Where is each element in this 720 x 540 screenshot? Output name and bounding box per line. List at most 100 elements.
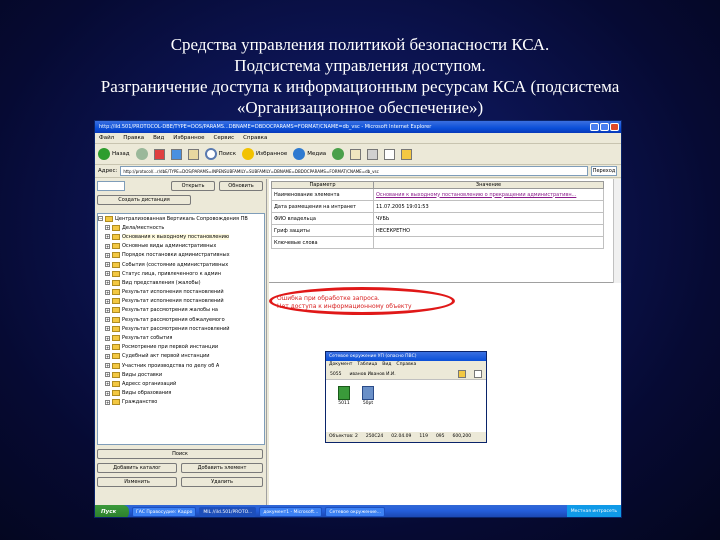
- start-button[interactable]: Пуск: [95, 505, 129, 517]
- expand-icon[interactable]: +: [105, 399, 110, 405]
- taskbar-item[interactable]: Сетевое окружение...: [325, 507, 385, 517]
- network-icon: [362, 386, 374, 400]
- mail-button[interactable]: [350, 148, 362, 160]
- menu-view[interactable]: Вид: [153, 133, 164, 143]
- menu-file[interactable]: Файл: [99, 133, 114, 143]
- add-element-button[interactable]: Добавить элемент: [181, 463, 263, 473]
- tree-item[interactable]: + Участник производства по делу об А: [98, 361, 264, 370]
- maximize-button[interactable]: [600, 123, 609, 131]
- explorer-menu-table[interactable]: Таблица: [357, 361, 377, 369]
- favorites-button[interactable]: Избранное: [242, 148, 287, 160]
- tree-item[interactable]: + Основные виды административных: [98, 242, 264, 251]
- change-button[interactable]: Изменить: [97, 477, 177, 487]
- search-button[interactable]: Поиск: [204, 148, 237, 160]
- print-button[interactable]: [367, 148, 379, 160]
- explorer-menu-document[interactable]: Документ: [329, 361, 352, 369]
- search-label: Поиск: [218, 151, 237, 157]
- expand-icon[interactable]: +: [105, 289, 110, 295]
- history-icon: [332, 148, 345, 160]
- menu-help[interactable]: Справка: [243, 133, 267, 143]
- value-cell-link[interactable]: Основания к выходному постановлению о пр…: [373, 188, 604, 201]
- tree-item[interactable]: + Вид представления (жалобы): [98, 278, 264, 287]
- tree-item[interactable]: + Дела/местность: [98, 223, 264, 232]
- add-catalog-button[interactable]: Добавить каталог: [97, 463, 177, 473]
- tree-item-label: Порядок постановки административных: [122, 252, 230, 259]
- collapse-icon[interactable]: −: [98, 216, 103, 222]
- expand-icon[interactable]: +: [105, 225, 110, 231]
- expand-icon[interactable]: +: [105, 353, 110, 359]
- taskbar-item[interactable]: ГАС Правосудие: Кадро: [132, 507, 197, 517]
- history-button[interactable]: [332, 148, 345, 160]
- expand-icon[interactable]: +: [105, 298, 110, 304]
- catalog-search-input[interactable]: [97, 181, 125, 191]
- expand-icon[interactable]: +: [105, 307, 110, 313]
- taskbar-item[interactable]: документ1 - Microsoft...: [259, 507, 323, 517]
- create-button[interactable]: Создать дистанция: [97, 195, 191, 205]
- tree-item[interactable]: + Порядок постановки административных: [98, 251, 264, 260]
- tree-item[interactable]: + Гражданство: [98, 398, 264, 407]
- delete-button[interactable]: Удалить: [181, 477, 263, 487]
- folder-button[interactable]: [401, 148, 413, 160]
- tree-item[interactable]: + Результат исполнения постановлений: [98, 297, 264, 306]
- media-button[interactable]: Медиа: [293, 148, 326, 160]
- expand-icon[interactable]: +: [105, 390, 110, 396]
- tree-root[interactable]: − Централизованная Вертикаль Сопровожден…: [98, 214, 264, 223]
- explorer-menu-view[interactable]: Вид: [382, 361, 391, 369]
- expand-icon[interactable]: +: [105, 344, 110, 350]
- tree-item[interactable]: + Результат исполнения постановлений: [98, 288, 264, 297]
- tree-item[interactable]: + Росмотрение при первой инстанции: [98, 343, 264, 352]
- close-button[interactable]: [610, 123, 619, 131]
- expand-icon[interactable]: +: [105, 317, 110, 323]
- refresh-catalog-button[interactable]: Обновить: [219, 181, 263, 191]
- view-icon[interactable]: [474, 370, 482, 378]
- address-input[interactable]: http://protocol/...r/dbE/TYPE=DOS/PARAMS…: [120, 166, 588, 176]
- tree-item[interactable]: + Результат рассмотрения постановлений: [98, 324, 264, 333]
- minimize-button[interactable]: [590, 123, 599, 131]
- file-icon-item[interactable]: 50pt: [358, 386, 378, 406]
- tree-item-label: Виды образования: [122, 390, 172, 397]
- tree-item[interactable]: + Результат рассмотрения обжалуемого: [98, 315, 264, 324]
- tree-item[interactable]: + Результат события: [98, 333, 264, 342]
- expand-icon[interactable]: +: [105, 326, 110, 332]
- taskbar-item[interactable]: MIL //ild.501/PROTO...: [199, 507, 257, 517]
- menu-favorites[interactable]: Избранное: [173, 133, 204, 143]
- tree-item[interactable]: + Виды образования: [98, 389, 264, 398]
- search-icon: [204, 148, 217, 160]
- table-scrollbar[interactable]: [613, 179, 621, 283]
- file-icon-item[interactable]: 5011: [334, 386, 354, 406]
- tree-item[interactable]: + Адресс организаций: [98, 379, 264, 388]
- expand-icon[interactable]: +: [105, 335, 110, 341]
- expand-icon[interactable]: +: [105, 363, 110, 369]
- menu-edit[interactable]: Правка: [123, 133, 144, 143]
- folder-icon: [112, 325, 120, 332]
- tree-item[interactable]: + Результат рассмотрения жалобы на: [98, 306, 264, 315]
- open-button[interactable]: Открыть: [171, 181, 215, 191]
- explorer-menu-help[interactable]: Справка: [396, 361, 416, 369]
- expand-icon[interactable]: +: [105, 381, 110, 387]
- expand-icon[interactable]: +: [105, 280, 110, 286]
- tree-item[interactable]: + События (состояние административных: [98, 260, 264, 269]
- tree-item[interactable]: + Основания к выходному постановлению: [98, 232, 264, 241]
- tree-item[interactable]: + Судебный акт первой инстанции: [98, 352, 264, 361]
- expand-icon[interactable]: +: [105, 243, 110, 249]
- refresh-button[interactable]: [170, 148, 182, 160]
- expand-icon[interactable]: +: [105, 234, 110, 240]
- stop-button[interactable]: [153, 148, 165, 160]
- folder-icon: [112, 298, 120, 305]
- edit-button[interactable]: [384, 148, 396, 160]
- expand-icon[interactable]: +: [105, 271, 110, 277]
- menu-tools[interactable]: Сервис: [214, 133, 235, 143]
- home-button[interactable]: [187, 148, 199, 160]
- forward-button[interactable]: [135, 148, 148, 160]
- go-button[interactable]: Переход: [591, 166, 617, 176]
- catalog-tree: − Централизованная Вертикаль Сопровожден…: [97, 213, 265, 445]
- back-button[interactable]: Назад: [98, 148, 130, 160]
- expand-icon[interactable]: +: [105, 252, 110, 258]
- tree-item[interactable]: + Статус лица, привлеченного к админ: [98, 269, 264, 278]
- up-folder-icon[interactable]: [458, 370, 466, 378]
- catalog-search-button[interactable]: Поиск: [97, 449, 263, 459]
- tree-item[interactable]: + Виды доставки: [98, 370, 264, 379]
- expand-icon[interactable]: +: [105, 262, 110, 268]
- tree-item-label: Росмотрение при первой инстанции: [122, 344, 219, 351]
- expand-icon[interactable]: +: [105, 372, 110, 378]
